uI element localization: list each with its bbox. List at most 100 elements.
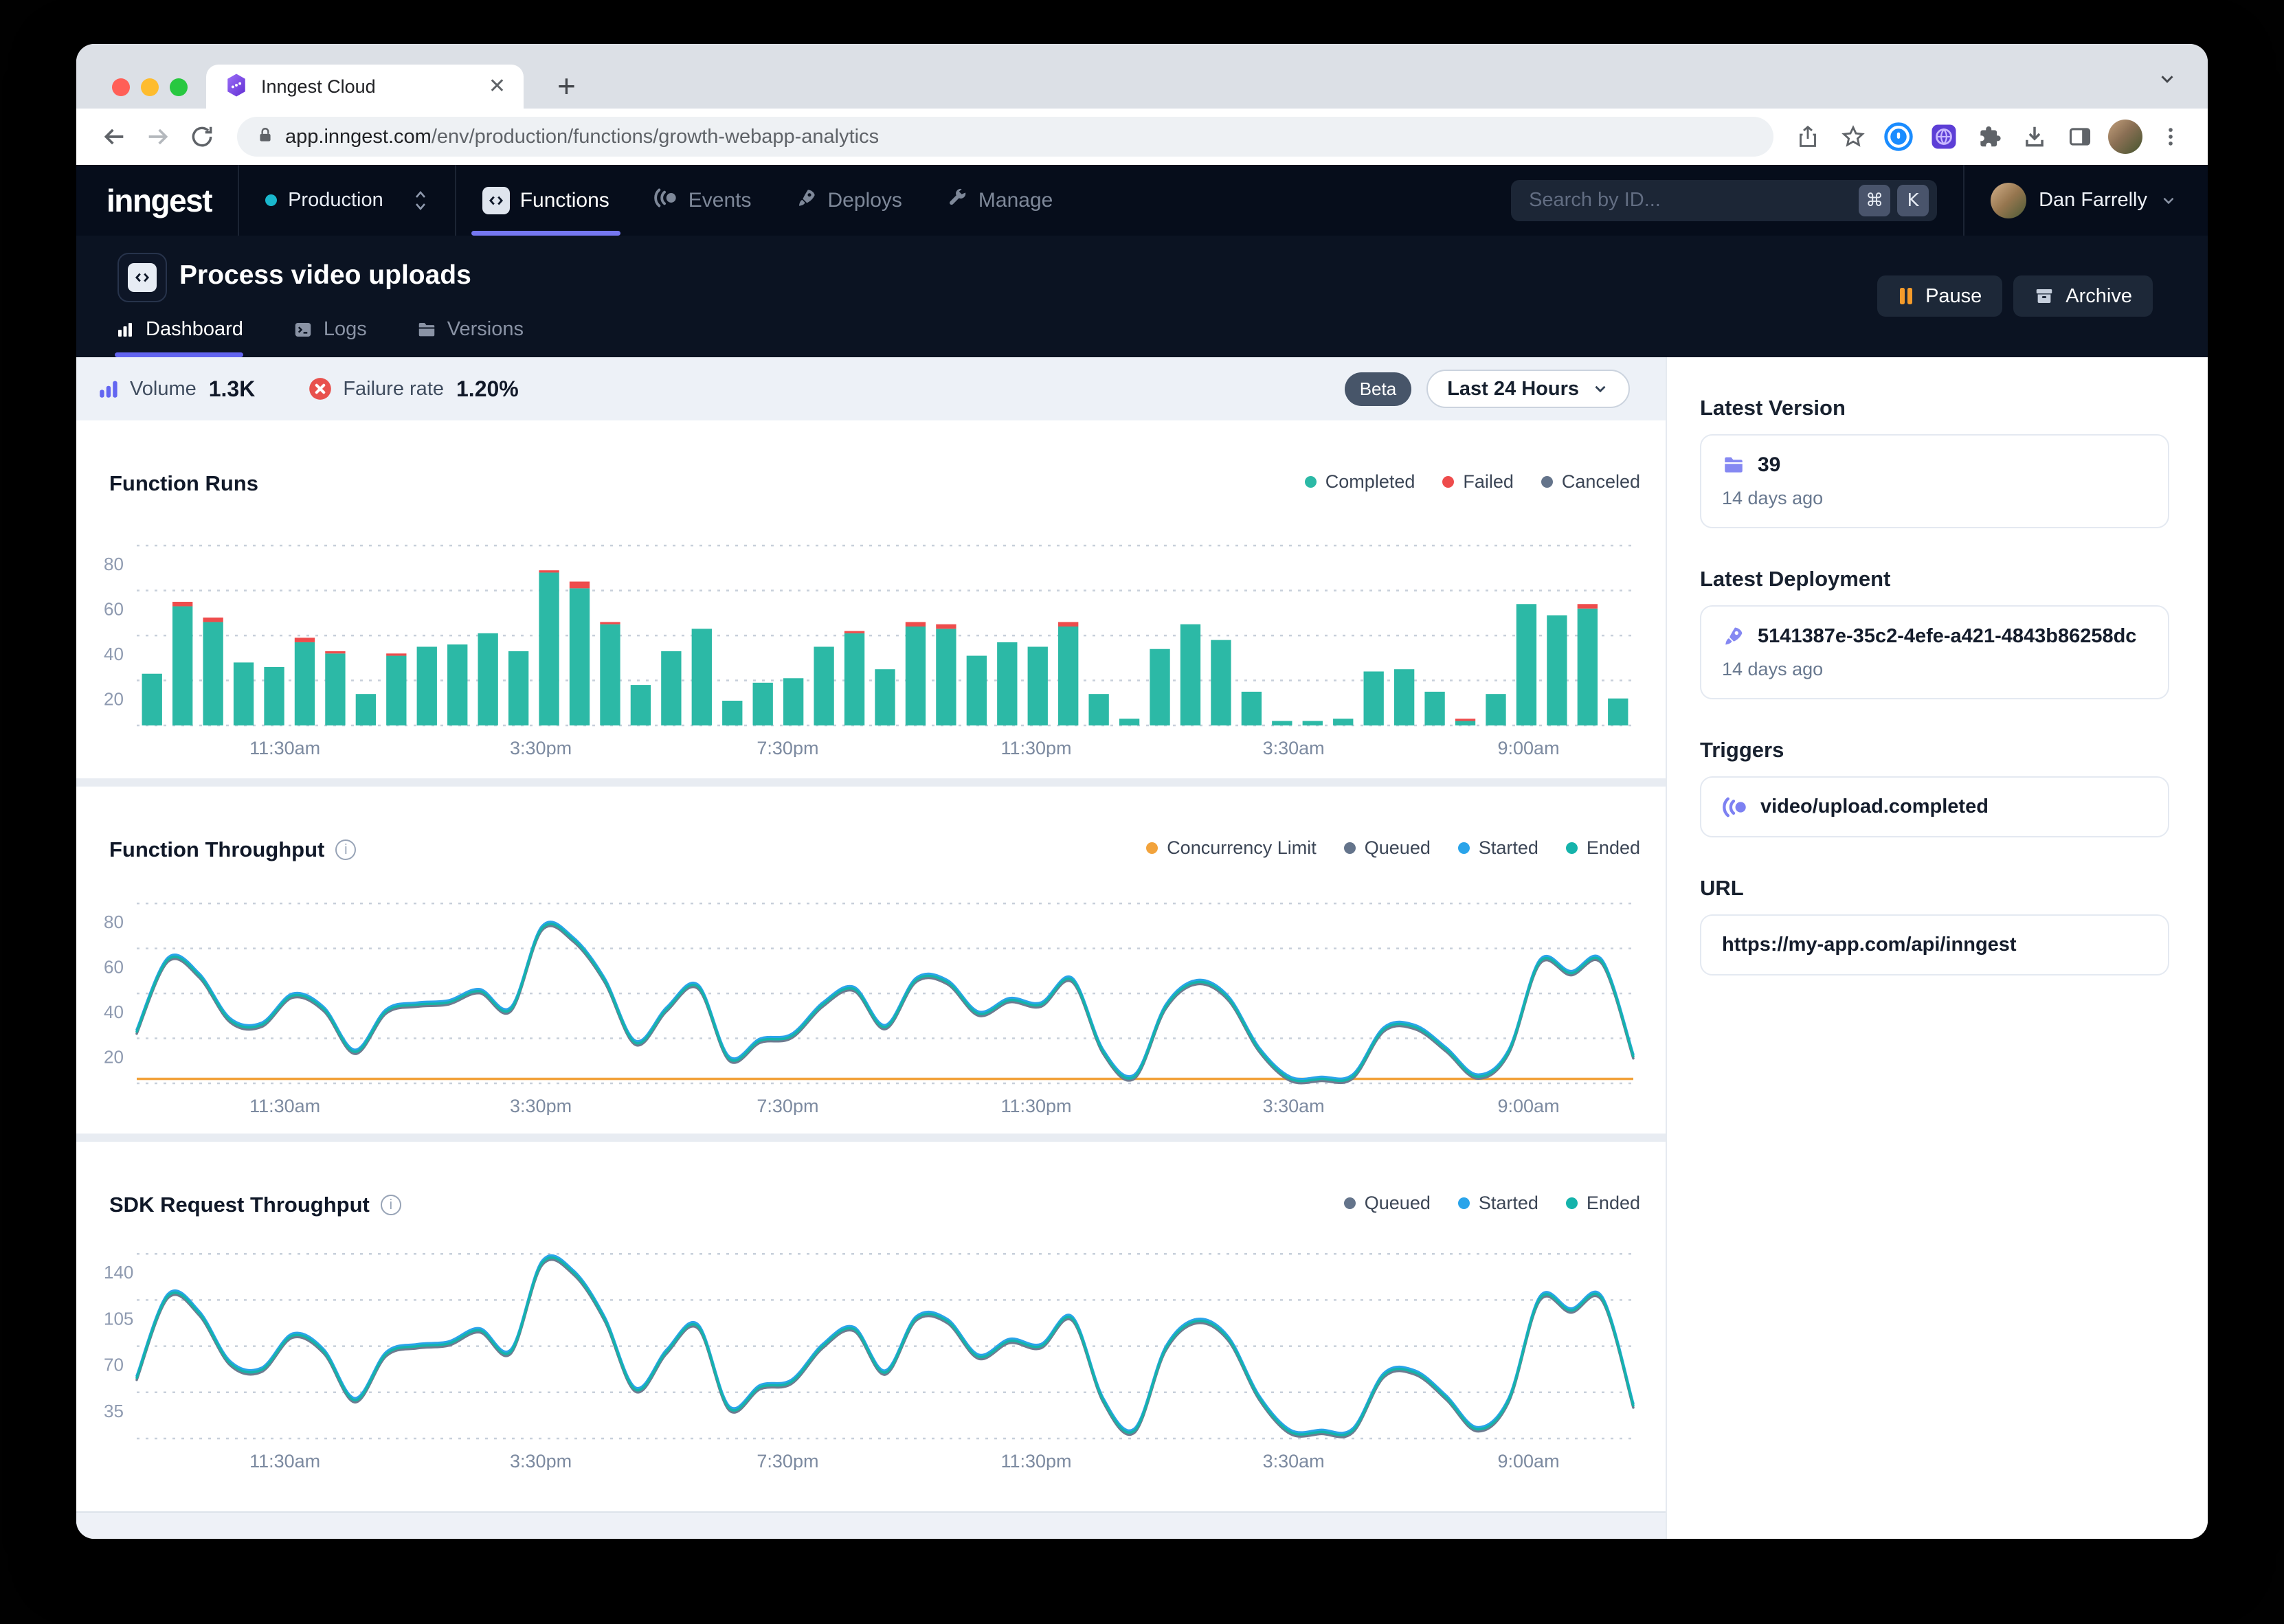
svg-text:20: 20: [104, 1047, 124, 1068]
lock-icon: [256, 126, 274, 148]
svg-text:9:00am: 9:00am: [1498, 1451, 1560, 1470]
svg-text:3:30pm: 3:30pm: [510, 1451, 572, 1470]
pause-icon: [1898, 286, 1914, 306]
nav-item-events[interactable]: Events: [653, 165, 752, 236]
events-icon: [653, 188, 678, 214]
url-text: app.inngest.com/env/production/functions…: [285, 126, 879, 148]
legend-dot: [1458, 1197, 1470, 1209]
pause-label: Pause: [1925, 285, 1982, 308]
info-icon[interactable]: i: [335, 839, 356, 860]
toolbar-icons: [1789, 117, 2190, 156]
legend-dot: [1146, 842, 1158, 854]
svg-text:3:30pm: 3:30pm: [510, 738, 572, 757]
tab-logs[interactable]: Logs: [293, 318, 367, 357]
extensions-puzzle-icon[interactable]: [1970, 117, 2008, 156]
app-nav: inngest Production Functions: [76, 165, 2208, 236]
purple-extension-icon[interactable]: [1925, 117, 1963, 156]
share-icon[interactable]: [1789, 117, 1827, 156]
legend-dot: [1305, 476, 1317, 488]
page-header: Process video uploads Dashboard Logs Ver…: [76, 236, 2208, 357]
volume-value: 1.3K: [209, 376, 256, 402]
downloads-icon[interactable]: [2015, 117, 2054, 156]
triggers-heading: Triggers: [1700, 738, 2169, 763]
svg-text:9:00am: 9:00am: [1498, 738, 1560, 757]
legend-item: Concurrency Limit: [1146, 837, 1317, 859]
panel-divider: [76, 1134, 1666, 1142]
user-name: Dan Farrelly: [2039, 189, 2147, 212]
reload-icon[interactable]: [182, 117, 222, 157]
tab-dashboard[interactable]: Dashboard: [115, 318, 243, 357]
chart-title: SDK Request Throughputi: [109, 1193, 401, 1217]
svg-text:105: 105: [104, 1308, 133, 1329]
header-actions: Pause Archive: [1877, 275, 2153, 317]
event-trigger-icon: [1722, 796, 1748, 818]
browser-menu-icon[interactable]: [2151, 117, 2190, 156]
svg-text:20: 20: [104, 689, 124, 710]
minimize-window-button[interactable]: [141, 78, 159, 96]
nav-item-deploys[interactable]: Deploys: [796, 165, 902, 236]
forward-icon[interactable]: [138, 117, 178, 157]
svg-text:11:30pm: 11:30pm: [1000, 738, 1071, 757]
latest-deployment-card[interactable]: 5141387e-35c2-4efe-a421-4843b86258dc 14 …: [1700, 605, 2169, 699]
tab-label: Logs: [324, 318, 367, 341]
tab-close-icon[interactable]: ✕: [489, 76, 506, 97]
svg-text:70: 70: [104, 1355, 124, 1375]
password-manager-extension-icon[interactable]: [1879, 117, 1918, 156]
latest-deployment-heading: Latest Deployment: [1700, 567, 2169, 591]
legend-item: Queued: [1344, 1193, 1431, 1214]
tab-versions[interactable]: Versions: [416, 318, 524, 357]
close-window-button[interactable]: [112, 78, 130, 96]
browser-tab[interactable]: Inngest Cloud ✕: [206, 65, 524, 109]
archive-button[interactable]: Archive: [2013, 275, 2153, 317]
search-input[interactable]: [1527, 188, 1852, 212]
code-icon: [128, 263, 157, 292]
function-throughput-chart: 2040608011:30am3:30pm7:30pm11:30pm3:30am…: [101, 881, 1640, 1115]
archive-label: Archive: [2065, 285, 2132, 308]
functions-icon: [482, 187, 510, 214]
svg-text:40: 40: [104, 1002, 124, 1022]
function-throughput-panel: Function Throughputi Concurrency LimitQu…: [76, 787, 1666, 1134]
back-icon[interactable]: [94, 117, 134, 157]
rocket-icon: [1722, 624, 1745, 648]
legend-item: Ended: [1566, 837, 1640, 859]
time-range-select[interactable]: Last 24 Hours: [1426, 370, 1630, 408]
tab-search-chevron-icon[interactable]: [2157, 69, 2177, 93]
sdk-request-throughput-panel: SDK Request Throughputi QueuedStartedEnd…: [76, 1142, 1666, 1511]
content: Volume 1.3K Failure rate 1.20% Beta Last…: [76, 357, 2208, 1539]
volume-label: Volume: [130, 378, 197, 401]
nav-divider: [238, 165, 239, 236]
favicon: [224, 73, 249, 101]
svg-text:3:30am: 3:30am: [1263, 738, 1325, 757]
side-panel-icon[interactable]: [2061, 117, 2099, 156]
chart-legend: QueuedStartedEnded: [1344, 1193, 1640, 1214]
svg-text:7:30pm: 7:30pm: [757, 1096, 818, 1115]
browser-window: Inngest Cloud ✕ + app.innge: [76, 44, 2208, 1539]
environment-chevrons-icon: [412, 190, 429, 211]
nav-item-manage[interactable]: Manage: [946, 165, 1053, 236]
nav-item-label: Manage: [978, 189, 1053, 212]
chart-legend: Concurrency LimitQueuedStartedEnded: [1146, 837, 1640, 859]
zoom-window-button[interactable]: [170, 78, 188, 96]
chart-title: Function Runs: [109, 471, 258, 496]
legend-item: Ended: [1566, 1193, 1640, 1214]
search-box[interactable]: ⌘ K: [1511, 180, 1937, 221]
nav-item-functions[interactable]: Functions: [482, 165, 609, 236]
svg-text:3:30am: 3:30am: [1263, 1096, 1325, 1115]
bookmark-star-icon[interactable]: [1834, 117, 1872, 156]
chart-title: Function Throughputi: [109, 837, 356, 862]
info-icon[interactable]: i: [381, 1195, 401, 1215]
address-bar[interactable]: app.inngest.com/env/production/functions…: [237, 117, 1773, 157]
user-menu[interactable]: Dan Farrelly: [1991, 183, 2208, 218]
svg-text:80: 80: [104, 554, 124, 574]
legend-dot: [1344, 1197, 1356, 1209]
svg-text:7:30pm: 7:30pm: [757, 1451, 818, 1470]
svg-text:11:30am: 11:30am: [249, 1451, 320, 1470]
new-tab-button[interactable]: +: [557, 67, 576, 104]
environment-switcher[interactable]: Production: [265, 189, 429, 212]
failure-value: 1.20%: [456, 376, 519, 402]
failure-icon: [307, 376, 333, 402]
tab-title: Inngest Cloud: [261, 76, 476, 98]
inngest-logo[interactable]: inngest: [107, 182, 212, 219]
pause-button[interactable]: Pause: [1877, 275, 2002, 317]
browser-profile-avatar[interactable]: [2106, 117, 2145, 156]
